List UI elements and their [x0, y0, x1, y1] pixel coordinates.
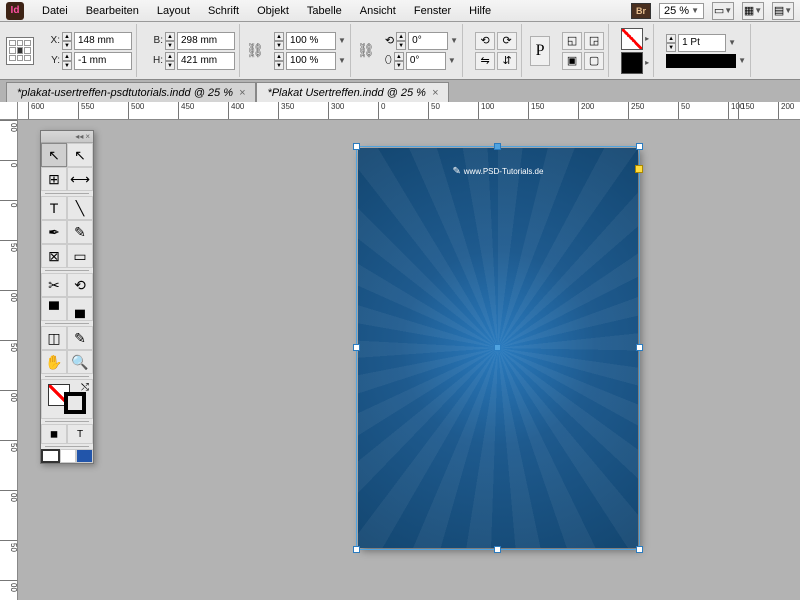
fit-frame-icon[interactable]: ▢ — [584, 52, 604, 70]
scissors-tool[interactable]: ✂ — [41, 273, 67, 297]
page-url-text: www.PSD-Tutorials.de — [358, 166, 638, 177]
rotate-ccw-icon[interactable]: ⟲ — [475, 32, 495, 50]
shear-icon: ⬯ — [385, 54, 392, 67]
bleed-mode-icon[interactable] — [76, 449, 93, 463]
menu-object[interactable]: Objekt — [249, 2, 297, 20]
flip-h-icon[interactable]: ⇋ — [475, 52, 495, 70]
menu-type[interactable]: Schrift — [200, 2, 247, 20]
zoom-tool[interactable]: 🔍 — [67, 350, 93, 374]
control-bar: X:▲▼148 mm Y:▲▼-1 mm B:▲▼298 mm H:▲▼421 … — [0, 22, 800, 80]
menu-file[interactable]: Datei — [34, 2, 76, 20]
scale-y-field[interactable]: 100 % — [286, 52, 336, 70]
apply-color-icon[interactable]: ◼ — [41, 424, 67, 444]
char-style-button[interactable]: P — [530, 36, 550, 66]
reference-point[interactable] — [6, 37, 34, 65]
screen-mode-button[interactable]: ▭▼ — [712, 2, 734, 20]
preview-mode-icon[interactable] — [60, 449, 77, 463]
pen-tool[interactable]: ✒ — [41, 220, 67, 244]
stroke-style[interactable] — [666, 54, 736, 68]
width-field[interactable]: 298 mm — [177, 32, 235, 50]
work-area: 6005505004504003503000501001502002505010… — [0, 102, 800, 600]
document-page[interactable]: www.PSD-Tutorials.de — [358, 148, 638, 548]
doc-tab-2[interactable]: *Plakat Usertreffen.indd @ 25 %× — [256, 82, 449, 102]
bridge-button[interactable]: Br — [631, 3, 651, 19]
shear-field[interactable]: 0° — [406, 52, 446, 70]
rectangle-tool[interactable]: ▭ — [67, 244, 93, 268]
gap-tool[interactable]: ⟷ — [67, 167, 93, 191]
direct-selection-tool[interactable]: ↖ — [67, 143, 93, 167]
flip-v-icon[interactable]: ⇵ — [497, 52, 517, 70]
note-tool[interactable]: ◫ — [41, 326, 67, 350]
menu-help[interactable]: Hilfe — [461, 2, 499, 20]
zoom-level[interactable]: 25 %▼ — [659, 3, 704, 19]
rotate-icon: ⟲ — [385, 34, 394, 47]
y-field[interactable]: -1 mm — [74, 52, 132, 70]
type-tool[interactable]: T — [41, 196, 67, 220]
normal-mode-icon[interactable] — [41, 449, 60, 463]
rotate-field[interactable]: 0° — [408, 32, 448, 50]
close-icon[interactable]: × — [239, 87, 245, 99]
arrange-button[interactable]: ▦▼ — [742, 2, 764, 20]
menu-window[interactable]: Fenster — [406, 2, 459, 20]
formatting-text-icon[interactable]: T — [67, 424, 93, 444]
menu-layout[interactable]: Layout — [149, 2, 198, 20]
free-transform-tool[interactable]: ⟲ — [67, 273, 93, 297]
doc-tab-1[interactable]: *plakat-usertreffen-psdtutorials.indd @ … — [6, 82, 256, 102]
canvas[interactable]: ◂◂× ↖ ↖ ⊞ ⟷ T ╲ ✒ ✎ ⊠ ▭ ✂ ⟲ ▀ ▄ ◫ ✎ — [18, 120, 800, 600]
toolbox: ◂◂× ↖ ↖ ⊞ ⟷ T ╲ ✒ ✎ ⊠ ▭ ✂ ⟲ ▀ ▄ ◫ ✎ — [40, 130, 94, 464]
link-wh-icon[interactable]: ⛓ — [248, 33, 262, 69]
fit-content-icon[interactable]: ▣ — [562, 52, 582, 70]
link-scale-icon[interactable]: ⛓ — [359, 33, 373, 69]
select-container-icon[interactable]: ◱ — [562, 32, 582, 50]
toolbox-header[interactable]: ◂◂× — [41, 131, 93, 143]
h-label: H: — [149, 55, 163, 66]
menu-table[interactable]: Tabelle — [299, 2, 350, 20]
stroke-swatch[interactable] — [621, 52, 643, 74]
ruler-vertical[interactable]: 00005000500050005000 — [0, 120, 18, 600]
hand-tool[interactable]: ✋ — [41, 350, 67, 374]
fill-swatch[interactable] — [621, 28, 643, 50]
stroke-weight-field[interactable]: 1 Pt — [678, 34, 726, 52]
page-tool[interactable]: ⊞ — [41, 167, 67, 191]
scale-x-field[interactable]: 100 % — [286, 32, 336, 50]
app-icon: Id — [6, 2, 24, 20]
fill-stroke[interactable]: ⤭ — [41, 379, 93, 419]
rotate-cw-icon[interactable]: ⟳ — [497, 32, 517, 50]
x-label: X: — [46, 35, 60, 46]
gradient-swatch-tool[interactable]: ▀ — [41, 297, 67, 321]
ruler-horizontal[interactable]: 6005505004504003503000501001502002505010… — [18, 102, 800, 120]
menu-bar: Id Datei Bearbeiten Layout Schrift Objek… — [0, 0, 800, 22]
rectangle-frame-tool[interactable]: ⊠ — [41, 244, 67, 268]
document-tabs: *plakat-usertreffen-psdtutorials.indd @ … — [0, 80, 800, 102]
ruler-origin[interactable] — [0, 102, 18, 120]
height-field[interactable]: 421 mm — [177, 52, 235, 70]
eyedropper-tool[interactable]: ✎ — [67, 326, 93, 350]
workspace-button[interactable]: ▤▼ — [772, 2, 794, 20]
selection-tool[interactable]: ↖ — [41, 143, 67, 167]
x-field[interactable]: 148 mm — [74, 32, 132, 50]
gradient-feather-tool[interactable]: ▄ — [67, 297, 93, 321]
w-label: B: — [149, 35, 163, 46]
menu-edit[interactable]: Bearbeiten — [78, 2, 147, 20]
y-label: Y: — [46, 55, 60, 66]
line-tool[interactable]: ╲ — [67, 196, 93, 220]
menu-view[interactable]: Ansicht — [352, 2, 404, 20]
pencil-tool[interactable]: ✎ — [67, 220, 93, 244]
select-content-icon[interactable]: ◲ — [584, 32, 604, 50]
close-icon[interactable]: × — [432, 87, 438, 99]
